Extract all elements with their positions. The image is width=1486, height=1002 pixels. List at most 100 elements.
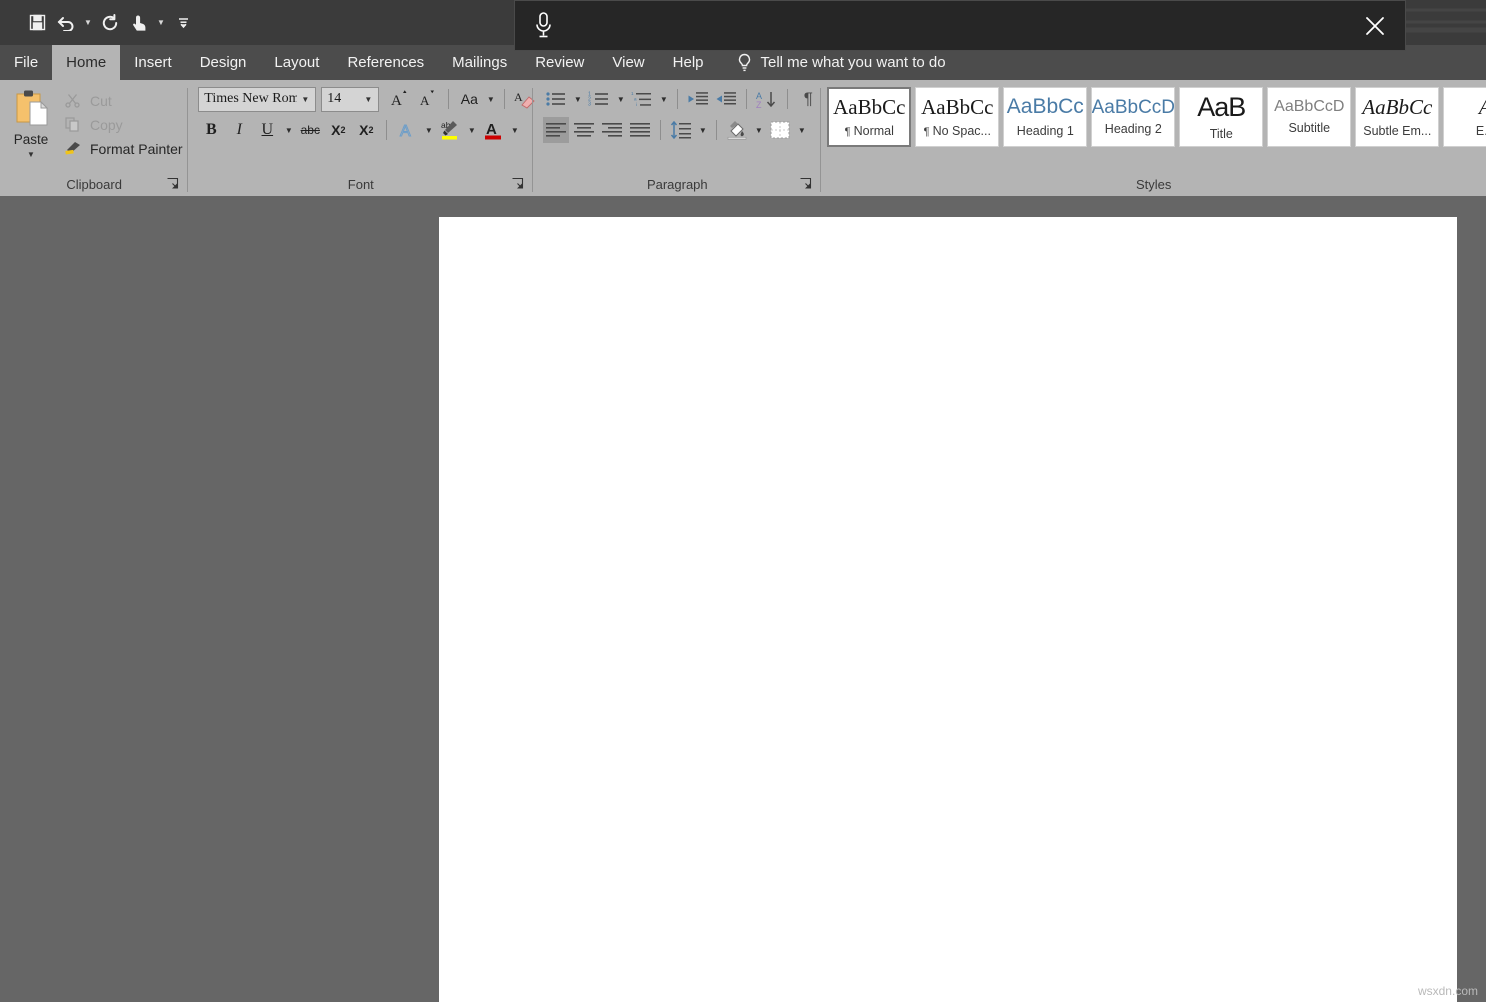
chevron-down-icon[interactable]: ▼ bbox=[360, 95, 376, 104]
decrease-indent-button[interactable] bbox=[685, 86, 711, 112]
shading-button[interactable] bbox=[724, 117, 750, 143]
paragraph-row-1: ▼ 1 2 3 ▼ 1 a bbox=[543, 86, 821, 112]
tab-insert[interactable]: Insert bbox=[120, 45, 186, 80]
word-window: ▼ ▼ bbox=[0, 0, 1486, 1002]
ribbon-group-paragraph: ▼ 1 2 3 ▼ 1 a bbox=[533, 80, 821, 196]
align-left-button[interactable] bbox=[543, 117, 569, 143]
style-item-normal[interactable]: AaBbCc ¶ Normal bbox=[827, 87, 911, 147]
font-name-combo[interactable]: Times New Rom ▼ bbox=[198, 87, 316, 112]
style-item-subtle-emphasis[interactable]: AaBbCc Subtle Em... bbox=[1355, 87, 1439, 147]
borders-caret-icon[interactable]: ▼ bbox=[795, 117, 808, 143]
show-formatting-marks-button[interactable]: ¶ bbox=[795, 86, 821, 112]
paste-button[interactable]: Paste ▼ bbox=[0, 86, 62, 159]
numbering-caret-icon[interactable]: ▼ bbox=[614, 86, 627, 112]
text-highlight-caret-icon[interactable]: ▼ bbox=[465, 117, 478, 143]
tab-file[interactable]: File bbox=[0, 45, 52, 80]
bold-button[interactable]: B bbox=[198, 117, 224, 143]
style-item-emphasis[interactable]: A E... bbox=[1443, 87, 1486, 147]
borders-button[interactable] bbox=[767, 117, 793, 143]
underline-caret-icon[interactable]: ▼ bbox=[282, 117, 295, 143]
touch-mode-icon[interactable] bbox=[126, 10, 152, 36]
multilevel-list-button[interactable]: 1 a i bbox=[629, 86, 655, 112]
font-dialog-launcher-icon[interactable] bbox=[511, 177, 525, 191]
style-item-title[interactable]: AaB Title bbox=[1179, 87, 1263, 147]
font-row-2: B I U ▼ abc X2 X2 A ▼ bbox=[198, 117, 538, 143]
style-item-heading-2[interactable]: AaBbCcD Heading 2 bbox=[1091, 87, 1175, 147]
line-spacing-caret-icon[interactable]: ▼ bbox=[696, 117, 709, 143]
dictation-overlay-panel[interactable] bbox=[514, 0, 1406, 51]
strikethrough-button[interactable]: abc bbox=[297, 117, 323, 143]
shading-caret-icon[interactable]: ▼ bbox=[752, 117, 765, 143]
clipboard-command-list: Cut Copy bbox=[62, 86, 183, 159]
shrink-font-button[interactable]: A bbox=[415, 86, 441, 112]
cut-button[interactable]: Cut bbox=[62, 90, 183, 111]
font-color-button[interactable]: A bbox=[480, 117, 506, 143]
bullets-caret-icon[interactable]: ▼ bbox=[571, 86, 584, 112]
paragraph-row-2: ▼ ▼ bbox=[543, 117, 821, 143]
svg-text:a: a bbox=[634, 97, 637, 102]
align-right-button[interactable] bbox=[599, 117, 625, 143]
increase-indent-button[interactable] bbox=[713, 86, 739, 112]
customize-qat-icon[interactable] bbox=[170, 10, 196, 36]
style-item-subtitle[interactable]: AaBbCcD Subtitle bbox=[1267, 87, 1351, 147]
text-effects-caret-icon[interactable]: ▼ bbox=[422, 117, 435, 143]
justify-button[interactable] bbox=[627, 117, 653, 143]
tab-label: Help bbox=[673, 54, 704, 71]
sort-button[interactable]: A Z bbox=[754, 86, 780, 112]
chevron-down-icon[interactable]: ▼ bbox=[297, 95, 313, 104]
microphone-icon[interactable] bbox=[515, 11, 571, 40]
subscript-button[interactable]: X2 bbox=[325, 117, 351, 143]
tab-layout[interactable]: Layout bbox=[260, 45, 333, 80]
separator bbox=[716, 120, 717, 140]
tab-mailings[interactable]: Mailings bbox=[438, 45, 521, 80]
underline-button[interactable]: U bbox=[254, 117, 280, 143]
close-icon[interactable] bbox=[1345, 14, 1405, 38]
style-name: E... bbox=[1476, 124, 1486, 138]
superscript-button[interactable]: X2 bbox=[353, 117, 379, 143]
clipboard-group-footer: Clipboard bbox=[0, 172, 188, 196]
format-painter-button[interactable]: Format Painter bbox=[62, 138, 183, 159]
styles-gallery: AaBbCc ¶ Normal AaBbCc ¶ No Spac... AaBb… bbox=[821, 86, 1486, 147]
italic-button[interactable]: I bbox=[226, 117, 252, 143]
font-size-value: 14 bbox=[327, 91, 341, 107]
save-icon[interactable] bbox=[24, 10, 50, 36]
copy-icon bbox=[62, 116, 82, 134]
tab-label: Layout bbox=[274, 54, 319, 71]
document-page[interactable] bbox=[439, 217, 1457, 1002]
style-item-heading-1[interactable]: AaBbCc Heading 1 bbox=[1003, 87, 1087, 147]
tab-label: View bbox=[612, 54, 644, 71]
align-center-button[interactable] bbox=[571, 117, 597, 143]
paste-caret-icon[interactable]: ▼ bbox=[27, 150, 35, 159]
multilevel-list-caret-icon[interactable]: ▼ bbox=[657, 86, 670, 112]
svg-text:Z: Z bbox=[756, 100, 762, 109]
ribbon-group-clipboard: Paste ▼ Cut bbox=[0, 80, 188, 196]
clipboard-dialog-launcher-icon[interactable] bbox=[166, 177, 180, 191]
document-area[interactable]: wsxdn.com bbox=[0, 196, 1486, 1002]
tab-design[interactable]: Design bbox=[186, 45, 261, 80]
change-case-button[interactable]: Aa bbox=[456, 86, 482, 112]
tab-references[interactable]: References bbox=[333, 45, 438, 80]
styles-group-footer: Styles bbox=[821, 172, 1486, 196]
text-highlight-color-button[interactable]: ab bbox=[437, 117, 463, 143]
style-item-no-spacing[interactable]: AaBbCc ¶ No Spac... bbox=[915, 87, 999, 147]
repeat-icon[interactable] bbox=[97, 10, 123, 36]
paragraph-dialog-launcher-icon[interactable] bbox=[799, 177, 813, 191]
undo-icon[interactable] bbox=[53, 10, 79, 36]
touch-mode-caret-icon[interactable]: ▼ bbox=[155, 10, 167, 36]
paragraph-group-footer: Paragraph bbox=[533, 172, 821, 196]
tab-label: File bbox=[14, 54, 38, 71]
grow-font-button[interactable]: A bbox=[387, 86, 413, 112]
change-case-caret-icon[interactable]: ▼ bbox=[484, 86, 497, 112]
copy-button[interactable]: Copy bbox=[62, 114, 183, 135]
style-name: Heading 1 bbox=[1017, 124, 1074, 138]
bullets-button[interactable] bbox=[543, 86, 569, 112]
font-size-combo[interactable]: 14 ▼ bbox=[321, 87, 379, 112]
numbering-button[interactable]: 1 2 3 bbox=[586, 86, 612, 112]
font-color-caret-icon[interactable]: ▼ bbox=[508, 117, 521, 143]
undo-caret-icon[interactable]: ▼ bbox=[82, 10, 94, 36]
style-name: Subtle Em... bbox=[1363, 124, 1431, 138]
separator bbox=[504, 89, 505, 109]
text-effects-button[interactable]: A bbox=[394, 117, 420, 143]
line-and-paragraph-spacing-button[interactable] bbox=[668, 117, 694, 143]
tab-home[interactable]: Home bbox=[52, 45, 120, 80]
